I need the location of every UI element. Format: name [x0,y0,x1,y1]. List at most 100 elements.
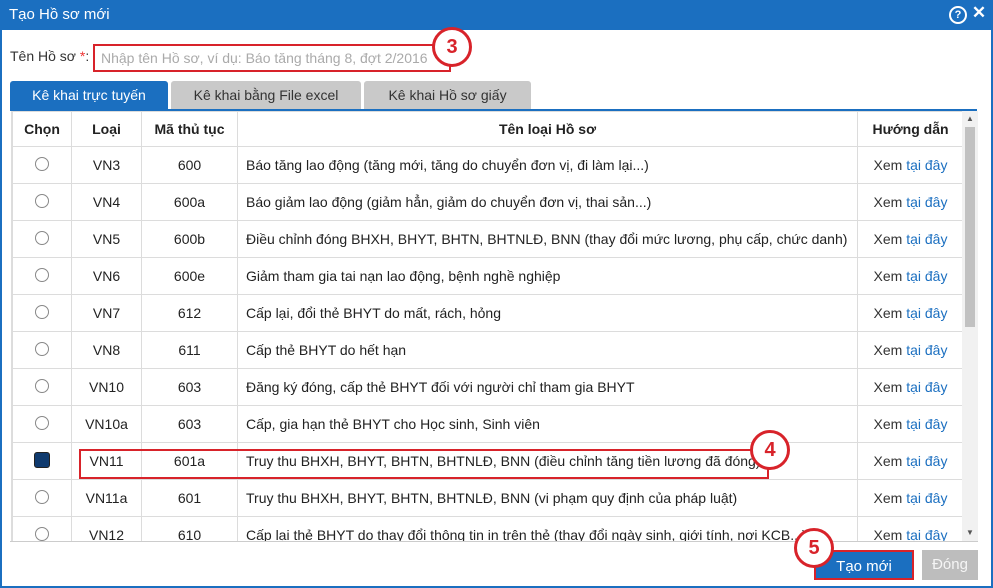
row-name: Báo tăng lao động (tăng mới, tăng do chu… [237,146,858,184]
row-guide-link[interactable]: tại đây [906,157,947,173]
header-name: Tên loại Hồ sơ [237,111,858,147]
row-type: VN11a [71,479,142,517]
step-badge-4: 4 [750,430,790,470]
row-guide-link[interactable]: tại đây [906,342,947,358]
row-guide-prefix: Xem [873,379,903,395]
step-badge-3: 3 [432,27,472,67]
name-label-colon: : [85,48,90,64]
row-guide-prefix: Xem [873,268,903,284]
table-row[interactable]: VN7 612 Cấp lại, đổi thẻ BHYT do mất, rách… [12,294,963,332]
row-guide-link[interactable]: tại đây [906,194,947,210]
tab-paper-declaration[interactable]: Kê khai Hồ sơ giấy [364,81,531,109]
scroll-thumb[interactable] [965,127,975,327]
row-code: 610 [141,516,238,541]
row-select-cell[interactable] [12,516,72,541]
row-radio[interactable] [34,451,50,468]
row-select-cell[interactable] [12,146,72,184]
row-code: 603 [141,405,238,443]
profile-name-input[interactable] [93,44,451,72]
row-select-cell[interactable] [12,331,72,369]
row-guide-link[interactable]: tại đây [906,268,947,284]
row-guide-link[interactable]: tại đây [906,305,947,321]
row-guide-prefix: Xem [873,305,903,321]
name-label-text: Tên Hồ sơ [10,48,76,64]
row-guide-link[interactable]: tại đây [906,490,947,506]
row-guide: Xem tại đây [857,331,963,369]
row-guide: Xem tại đây [857,220,963,258]
table-row[interactable]: VN11a 601 Truy thu BHXH, BHYT, BHTN, BHTNL… [12,479,963,517]
row-code: 601a [141,442,238,480]
row-guide-link[interactable]: tại đây [906,379,947,395]
row-guide: Xem tại đây [857,405,963,443]
scroll-up-arrow-icon[interactable]: ▲ [962,111,978,127]
row-guide: Xem tại đây [857,479,963,517]
row-guide: Xem tại đây [857,442,963,480]
row-select-cell[interactable] [12,294,72,332]
row-name: Cấp thẻ BHYT do hết hạn [237,331,858,369]
row-select-cell[interactable] [12,183,72,221]
close-button[interactable]: Đóng [922,550,978,580]
header-guide: Hướng dẫn [857,111,963,147]
row-name: Điều chỉnh đóng BHXH, BHYT, BHTN, BHTNLĐ… [237,220,858,258]
table-row[interactable]: VN3 600 Báo tăng lao động (tăng mới, tăng … [12,146,963,184]
row-guide: Xem tại đây [857,294,963,332]
row-radio[interactable] [35,156,49,171]
row-guide-prefix: Xem [873,453,903,469]
row-code: 600b [141,220,238,258]
table-row[interactable]: VN11 601a Truy thu BHXH, BHYT, BHTN, BHTNL… [12,442,963,480]
name-label: Tên Hồ sơ *: [10,48,89,64]
row-guide: Xem tại đây [857,183,963,221]
row-select-cell[interactable] [12,368,72,406]
row-guide: Xem tại đây [857,516,963,541]
row-select-cell[interactable] [12,405,72,443]
table-row[interactable]: VN10 603 Đăng ký đóng, cấp thẻ BHYT đối vớ… [12,368,963,406]
row-guide-link[interactable]: tại đây [906,416,947,432]
table-row[interactable]: VN6 600e Giảm tham gia tai nạn lao động, b… [12,257,963,295]
row-radio[interactable] [35,230,49,245]
row-select-cell[interactable] [12,220,72,258]
row-type: VN6 [71,257,142,295]
row-radio[interactable] [35,341,49,356]
row-guide-prefix: Xem [873,416,903,432]
table-row[interactable]: VN10a 603 Cấp, gia hạn thẻ BHYT cho Học si… [12,405,963,443]
profile-type-table: Chọn Loại Mã thủ tục Tên loại Hồ sơ Hướn… [12,111,963,541]
row-guide-link[interactable]: tại đây [906,527,947,541]
row-radio[interactable] [35,304,49,319]
tab-online-declaration[interactable]: Kê khai trực tuyến [10,81,168,109]
row-radio[interactable] [35,415,49,430]
row-guide-prefix: Xem [873,490,903,506]
table-row[interactable]: VN5 600b Điều chỉnh đóng BHXH, BHYT, BHTN,… [12,220,963,258]
row-guide-prefix: Xem [873,194,903,210]
table-row[interactable]: VN4 600a Báo giảm lao động (giảm hẳn, giảm… [12,183,963,221]
table-scrollbar[interactable]: ▲ ▼ [962,111,978,541]
close-icon[interactable]: ✕ [970,4,988,22]
row-select-cell[interactable] [12,442,72,480]
row-guide-prefix: Xem [873,231,903,247]
row-name: Đăng ký đóng, cấp thẻ BHYT đối với người… [237,368,858,406]
tab-excel-declaration[interactable]: Kê khai bằng File excel [171,81,361,109]
row-radio[interactable] [35,526,49,541]
row-guide-link[interactable]: tại đây [906,231,947,247]
row-guide-link[interactable]: tại đây [906,453,947,469]
row-select-cell[interactable] [12,257,72,295]
row-radio[interactable] [35,193,49,208]
row-type: VN7 [71,294,142,332]
row-type: VN8 [71,331,142,369]
row-select-cell[interactable] [12,479,72,517]
scroll-down-arrow-icon[interactable]: ▼ [962,525,978,541]
header-select: Chọn [12,111,72,147]
row-radio[interactable] [35,267,49,282]
table-row[interactable]: VN8 611 Cấp thẻ BHYT do hết hạn Xem tại đây [12,331,963,369]
dialog-title: Tạo Hồ sơ mới [9,6,110,23]
row-guide: Xem tại đây [857,146,963,184]
step-badge-5: 5 [794,528,834,568]
help-icon[interactable]: ? [949,6,967,24]
row-code: 603 [141,368,238,406]
row-guide-prefix: Xem [873,342,903,358]
row-code: 600 [141,146,238,184]
row-name: Cấp lại thẻ BHYT do thay đổi thông tin i… [237,516,858,541]
row-radio[interactable] [35,489,49,504]
row-type: VN10 [71,368,142,406]
row-code: 612 [141,294,238,332]
row-radio[interactable] [35,378,49,393]
